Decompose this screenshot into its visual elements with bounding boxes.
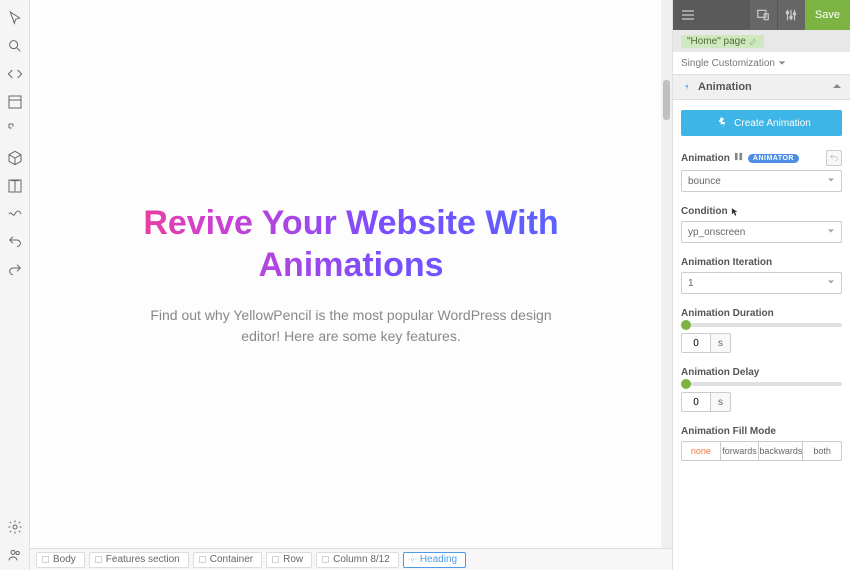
section-animation-header[interactable]: Animation [673,74,850,100]
right-panel: Save "Home" page Single Customization An… [672,0,850,570]
canvas: Revive Your Website With Animations Find… [30,0,672,570]
duration-unit: s [711,333,731,353]
crumb-features[interactable]: Features section [89,552,189,568]
condition-select[interactable]: yp_onscreen [681,221,842,243]
code-icon[interactable] [3,61,27,87]
fillmode-backwards[interactable]: backwards [758,441,803,461]
layout-icon[interactable] [3,89,27,115]
breadcrumb: Body Features section Container Row Colu… [30,548,672,570]
reset-animation-icon[interactable] [826,150,842,166]
iteration-select[interactable]: 1 [681,272,842,294]
fillmode-both[interactable]: both [802,441,842,461]
cursor-pointer-icon [730,207,740,217]
save-button[interactable]: Save [805,0,850,30]
delay-input[interactable] [681,392,711,412]
responsive-icon[interactable] [749,0,777,30]
fillmode-forwards[interactable]: forwards [720,441,760,461]
crumb-heading[interactable]: Heading [403,552,466,568]
customization-mode[interactable]: Single Customization [673,52,850,74]
animation-select[interactable]: bounce [681,170,842,192]
field-iteration: Animation Iteration 1 [681,257,842,294]
fillmode-none[interactable]: none [681,441,721,461]
delay-unit: s [711,392,731,412]
field-delay: Animation Delay s [681,367,842,412]
canvas-content[interactable]: Revive Your Website With Animations Find… [30,0,672,548]
chevron-down-icon [827,227,835,238]
crumb-column[interactable]: Column 8/12 [316,552,399,568]
redo-icon[interactable] [3,257,27,283]
duration-slider[interactable] [681,323,842,327]
field-condition: Condition yp_onscreen [681,206,842,243]
measure-icon[interactable] [3,117,27,143]
menu-icon[interactable] [673,0,703,30]
chevron-down-icon [827,278,835,289]
search-icon[interactable] [3,33,27,59]
field-fillmode: Animation Fill Mode none forwards backwa… [681,426,842,461]
delay-slider[interactable] [681,382,842,386]
chevron-down-icon [827,176,835,187]
crumb-row[interactable]: Row [266,552,312,568]
animator-badge: ANIMATOR [748,154,799,163]
field-duration: Animation Duration s [681,308,842,353]
duration-input[interactable] [681,333,711,353]
cursor-tool-icon[interactable] [3,5,27,31]
panel-body: Create Animation Animation ANIMATOR boun… [673,100,850,570]
animation-icon[interactable] [3,201,27,227]
text-icon[interactable] [3,173,27,199]
undo-icon[interactable] [3,229,27,255]
users-icon[interactable] [3,542,27,568]
box-icon[interactable] [3,145,27,171]
left-toolbar [0,0,30,570]
panel-topbar: Save [673,0,850,30]
page-label: "Home" page [673,30,850,52]
create-animation-button[interactable]: Create Animation [681,110,842,136]
hero-subtitle[interactable]: Find out why YellowPencil is the most po… [141,305,561,347]
crumb-body[interactable]: Body [36,552,85,568]
page-badge[interactable]: "Home" page [681,35,764,48]
sliders-icon[interactable] [777,0,805,30]
chevron-up-icon [832,81,842,94]
field-animation: Animation ANIMATOR bounce [681,150,842,192]
vertical-scrollbar[interactable] [661,0,672,548]
settings-icon[interactable] [3,514,27,540]
hero-title[interactable]: Revive Your Website With Animations [70,202,632,287]
crumb-container[interactable]: Container [193,552,262,568]
pause-icon[interactable] [734,152,743,164]
